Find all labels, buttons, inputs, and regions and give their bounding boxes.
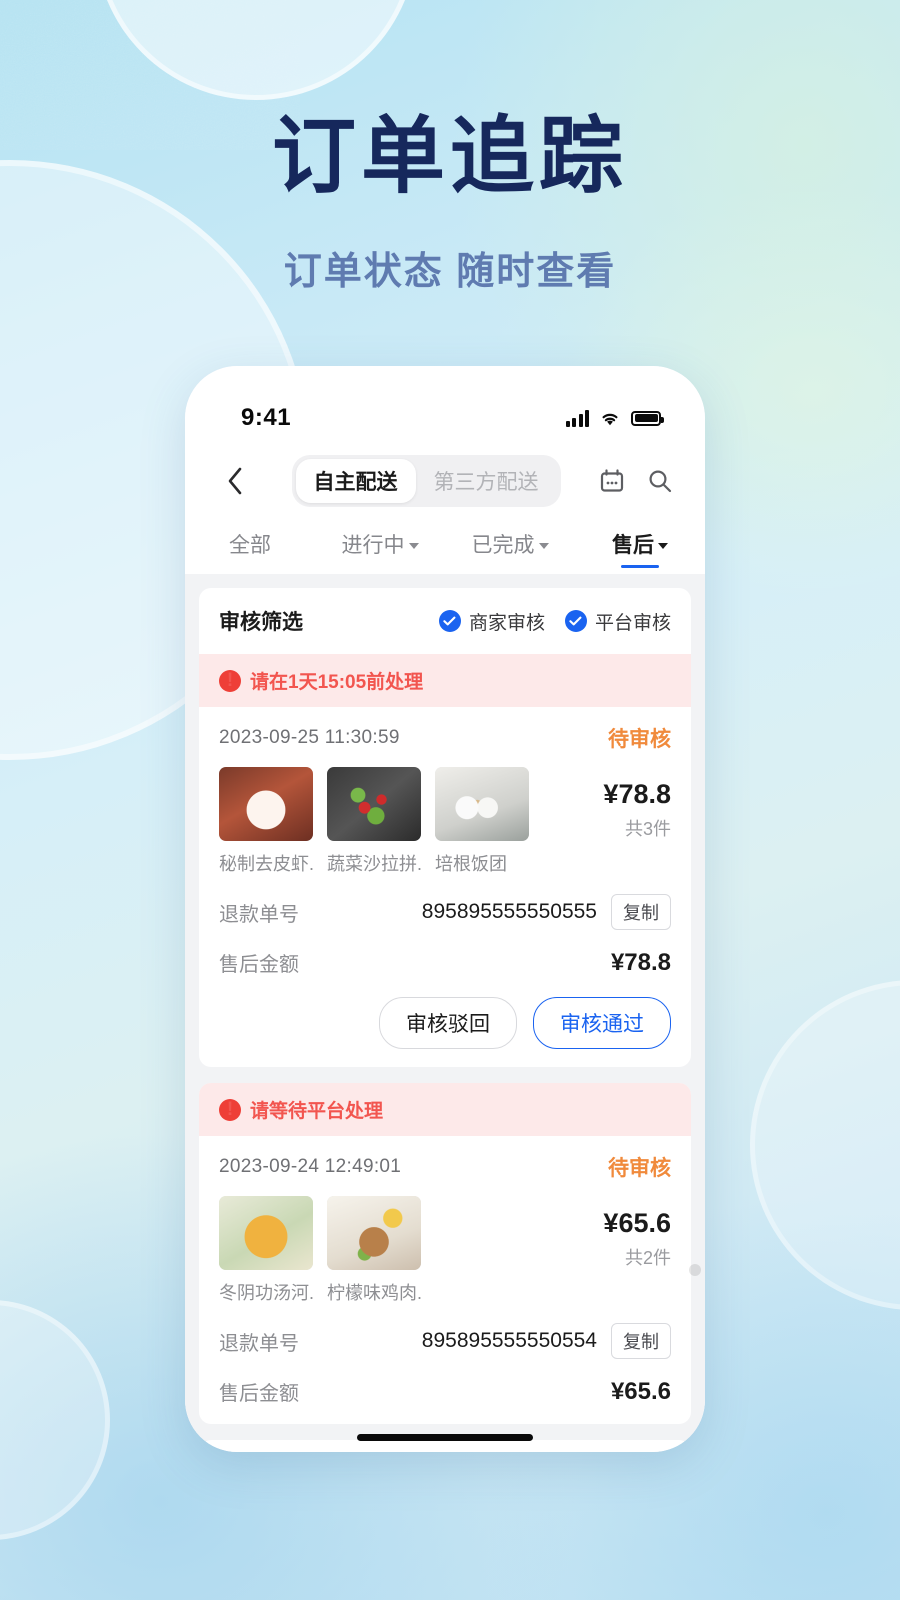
search-icon[interactable] xyxy=(647,468,673,494)
audit-filter-options: 商家审核 平台审核 xyxy=(438,608,671,635)
refund-no-value: 895895555550554 xyxy=(421,1329,597,1352)
wifi-icon xyxy=(602,413,618,425)
page-subtitle: 订单状态 随时查看 xyxy=(283,251,617,294)
scroll-indicator[interactable] xyxy=(689,1264,701,1276)
order-item-thumbnail xyxy=(327,1196,421,1270)
order-card[interactable]: 2023-09-22 13:25:20 审核驳回 xyxy=(199,1440,691,1452)
tab-all-label: 全部 xyxy=(229,534,271,557)
order-status-badge: 待审核 xyxy=(608,728,671,751)
refund-no-value: 895895555550555 xyxy=(421,900,597,923)
order-item-thumbnail xyxy=(435,767,529,841)
order-item-name: 柠檬味鸡肉... xyxy=(327,1283,421,1303)
warning-icon: ! xyxy=(219,1098,241,1121)
tab-in-progress-label: 进行中 xyxy=(341,534,405,557)
segment-third-party-delivery[interactable]: 第三方配送 xyxy=(416,459,557,503)
bg-circle-1 xyxy=(95,0,417,100)
order-card[interactable]: ! 请在1天15:05前处理 2023-09-25 11:30:59 待审核 秘… xyxy=(199,654,691,1067)
nav-bar: 自主配送 第三方配送 xyxy=(185,448,705,514)
order-item-thumbnail xyxy=(219,767,313,841)
signal-bars-icon xyxy=(565,409,589,427)
status-bar-indicators xyxy=(565,409,664,427)
order-alert-text: 请等待平台处理 xyxy=(250,1101,384,1122)
segment-self-delivery[interactable]: 自主配送 xyxy=(295,459,416,503)
back-chevron-icon[interactable] xyxy=(217,463,253,499)
order-datetime: 2023-09-25 11:30:59 xyxy=(219,727,400,748)
order-item[interactable]: 培根饭团 xyxy=(435,767,529,876)
audit-filter-title: 审核筛选 xyxy=(219,611,303,634)
refund-no-row: 退款单号 895895555550554 复制 xyxy=(219,1323,671,1359)
order-alert-banner: ! 请在1天15:05前处理 xyxy=(199,654,691,707)
order-item[interactable]: 冬阴功汤河... xyxy=(219,1196,313,1305)
nav-actions xyxy=(599,468,673,494)
order-status-tabs: 全部 进行中 已完成 售后 xyxy=(185,514,705,574)
checkbox-checked-icon[interactable] xyxy=(564,610,587,632)
chevron-down-icon xyxy=(408,543,419,549)
refund-no-row: 退款单号 895895555550555 复制 xyxy=(219,894,671,930)
refund-amount-value: ¥78.8 xyxy=(610,948,671,976)
checkbox-checked-icon[interactable] xyxy=(438,610,461,632)
delivery-mode-segmented-control[interactable]: 自主配送 第三方配送 xyxy=(291,455,561,507)
copy-button[interactable]: 复制 xyxy=(611,894,671,930)
order-item-count: 共3件 xyxy=(624,819,671,839)
status-bar-time: 9:41 xyxy=(241,404,292,431)
tab-completed[interactable]: 已完成 xyxy=(445,514,575,574)
order-items: 秘制去皮虾... 蔬菜沙拉拼... 培根饭团 xyxy=(219,767,671,876)
refund-no-label: 退款单号 xyxy=(219,903,299,926)
order-item-name: 培根饭团 xyxy=(435,854,507,874)
refund-amount-value: ¥65.6 xyxy=(610,1377,671,1405)
order-item-name: 冬阴功汤河... xyxy=(219,1283,313,1303)
audit-filter-bar: 审核筛选 商家审核 平台审核 xyxy=(199,588,691,654)
filter-option-merchant-audit-label: 商家审核 xyxy=(468,612,545,634)
home-indicator xyxy=(357,1434,533,1441)
app-screen: 9:41 自主配送 第三方配送 全部 进行中 已完成 售后 审核筛选 商家审核 … xyxy=(185,366,705,1452)
filter-option-platform-audit-label: 平台审核 xyxy=(594,612,671,634)
order-status-badge: 待审核 xyxy=(608,1157,671,1180)
order-alert-text: 请在1天15:05前处理 xyxy=(250,672,424,693)
chevron-down-icon xyxy=(538,543,549,549)
order-item-count: 共2件 xyxy=(624,1248,671,1268)
order-actions: 审核驳回 审核通过 xyxy=(219,997,671,1049)
tab-completed-label: 已完成 xyxy=(471,534,535,557)
status-bar: 9:41 xyxy=(185,366,705,448)
order-alert-banner: ! 请等待平台处理 xyxy=(199,1083,691,1136)
order-items: 冬阴功汤河... 柠檬味鸡肉... ¥65.6 共2件 xyxy=(219,1196,671,1305)
order-card[interactable]: ! 请等待平台处理 2023-09-24 12:49:01 待审核 冬阴功汤河.… xyxy=(199,1083,691,1424)
phone-mockup: 9:41 自主配送 第三方配送 全部 进行中 已完成 售后 审核筛选 商家审核 … xyxy=(185,366,705,1452)
order-item-name: 蔬菜沙拉拼... xyxy=(327,854,421,874)
chevron-down-icon xyxy=(658,543,668,549)
audit-approve-button[interactable]: 审核通过 xyxy=(533,997,671,1049)
order-item-thumbnail xyxy=(219,1196,313,1270)
battery-icon xyxy=(631,410,664,426)
warning-icon: ! xyxy=(219,669,241,692)
tab-after-sales[interactable]: 售后 xyxy=(575,514,705,574)
order-list[interactable]: 审核筛选 商家审核 平台审核 ! 请在1天15:05前处理 2023-09-25… xyxy=(185,574,705,1452)
tab-in-progress[interactable]: 进行中 xyxy=(315,514,445,574)
refund-amount-label: 售后金额 xyxy=(219,954,299,976)
copy-button[interactable]: 复制 xyxy=(611,1323,671,1359)
filter-option-platform-audit[interactable]: 平台审核 xyxy=(564,608,671,635)
calendar-icon[interactable] xyxy=(599,468,625,494)
order-item[interactable]: 秘制去皮虾... xyxy=(219,767,313,876)
order-item[interactable]: 蔬菜沙拉拼... xyxy=(327,767,421,876)
page-title: 订单追踪 xyxy=(271,109,628,203)
order-total-price: ¥65.6 xyxy=(603,1208,671,1238)
tab-after-sales-label: 售后 xyxy=(612,534,654,557)
refund-amount-row: 售后金额 ¥78.8 xyxy=(219,948,671,977)
order-item-thumbnail xyxy=(327,767,421,841)
hero-block: 订单追踪 订单状态 随时查看 xyxy=(0,112,900,295)
refund-no-label: 退款单号 xyxy=(219,1332,299,1355)
refund-amount-row: 售后金额 ¥65.6 xyxy=(219,1377,671,1406)
order-total-price: ¥78.8 xyxy=(603,779,671,809)
order-datetime: 2023-09-24 12:49:01 xyxy=(219,1156,402,1177)
audit-reject-button[interactable]: 审核驳回 xyxy=(379,997,517,1049)
refund-amount-label: 售后金额 xyxy=(219,1383,299,1405)
tab-all[interactable]: 全部 xyxy=(185,514,315,574)
filter-option-merchant-audit[interactable]: 商家审核 xyxy=(438,608,545,635)
order-item-name: 秘制去皮虾... xyxy=(219,854,313,874)
order-item[interactable]: 柠檬味鸡肉... xyxy=(327,1196,421,1305)
